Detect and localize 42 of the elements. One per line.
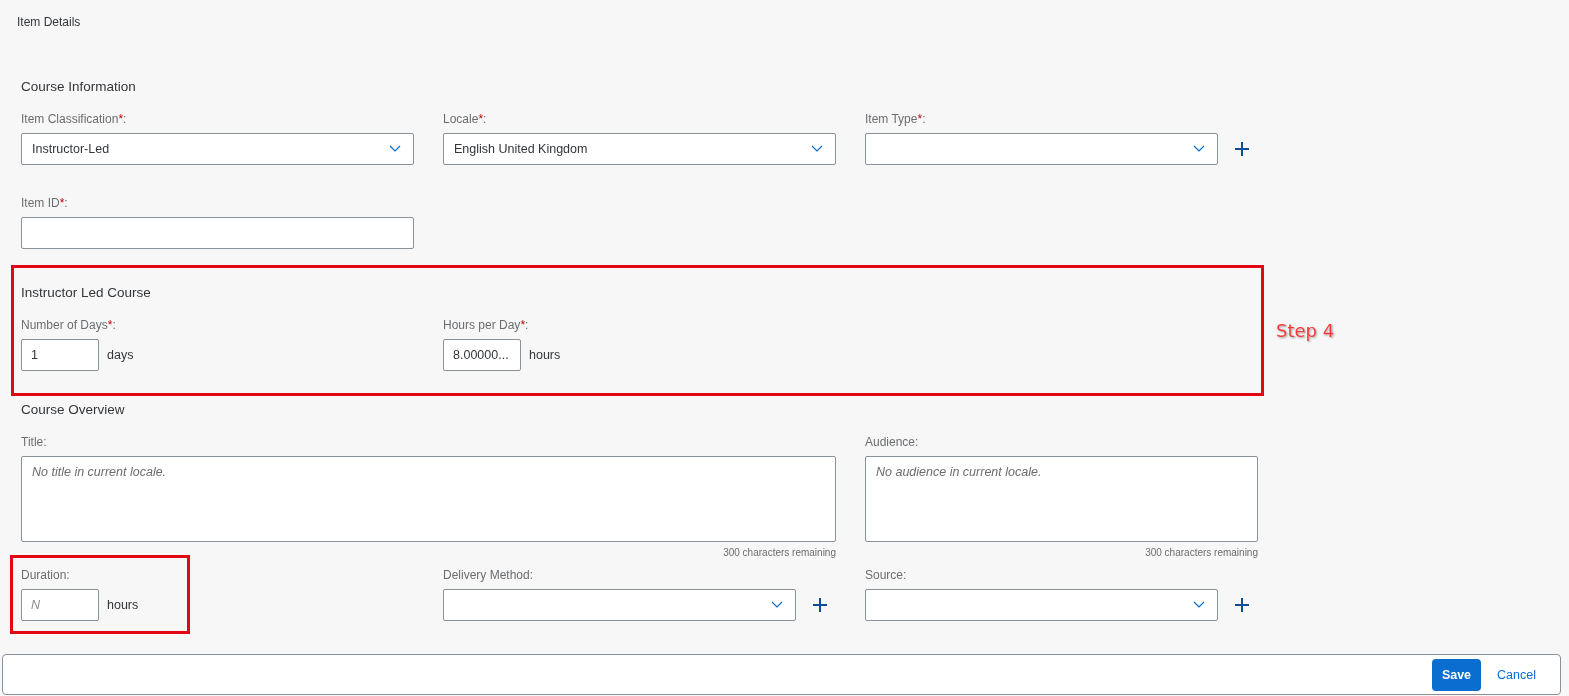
character-counter: 300 characters remaining: [723, 547, 836, 558]
field-label: Item Classification*:: [21, 112, 128, 126]
field-label: Locale*:: [443, 112, 488, 126]
dropdown-field[interactable]: Instructor-Led: [21, 133, 414, 165]
page-title: Item Details: [16, 14, 82, 31]
chevron-down-icon: [811, 145, 823, 153]
input-field[interactable]: [21, 217, 414, 249]
chevron-down-icon: [771, 601, 783, 609]
input-field[interactable]: 1: [21, 339, 99, 371]
step-label: Step 4: [1276, 320, 1335, 341]
save-button[interactable]: Save: [1431, 658, 1482, 691]
add-icon[interactable]: [1235, 142, 1249, 156]
field-label: Title:: [21, 435, 48, 449]
dropdown-field[interactable]: [865, 133, 1218, 165]
add-icon[interactable]: [1235, 598, 1249, 612]
dropdown-field[interactable]: [865, 589, 1218, 621]
field-label: Item Type*:: [865, 112, 927, 126]
section-heading: Instructor Led Course: [21, 285, 151, 300]
chevron-down-icon: [1193, 601, 1205, 609]
text-area[interactable]: No title in current locale.: [21, 456, 836, 542]
section-heading: Course Overview: [21, 402, 125, 417]
dropdown-field[interactable]: [443, 589, 796, 621]
input-field[interactable]: 8.00000...: [443, 339, 521, 371]
field-label: Hours per Day*:: [443, 318, 530, 332]
text-area[interactable]: No audience in current locale.: [865, 456, 1258, 542]
field-label: Item ID*:: [21, 196, 69, 210]
field-label: Delivery Method:: [443, 568, 535, 582]
cancel-button[interactable]: Cancel: [1497, 667, 1536, 682]
dropdown-field[interactable]: English United Kingdom: [443, 133, 836, 165]
field-label: Audience:: [865, 435, 920, 449]
unit-label: days: [107, 348, 134, 362]
chevron-down-icon: [389, 145, 401, 153]
field-label: Duration:: [21, 568, 71, 582]
field-label: Source:: [865, 568, 908, 582]
input-field[interactable]: N: [21, 589, 99, 621]
add-icon[interactable]: [813, 598, 827, 612]
section-heading: Course Information: [21, 79, 136, 94]
chevron-down-icon: [1193, 145, 1205, 153]
field-label: Number of Days*:: [21, 318, 117, 332]
unit-label: hours: [529, 348, 561, 362]
unit-label: hours: [107, 598, 139, 612]
character-counter: 300 characters remaining: [1145, 547, 1258, 558]
